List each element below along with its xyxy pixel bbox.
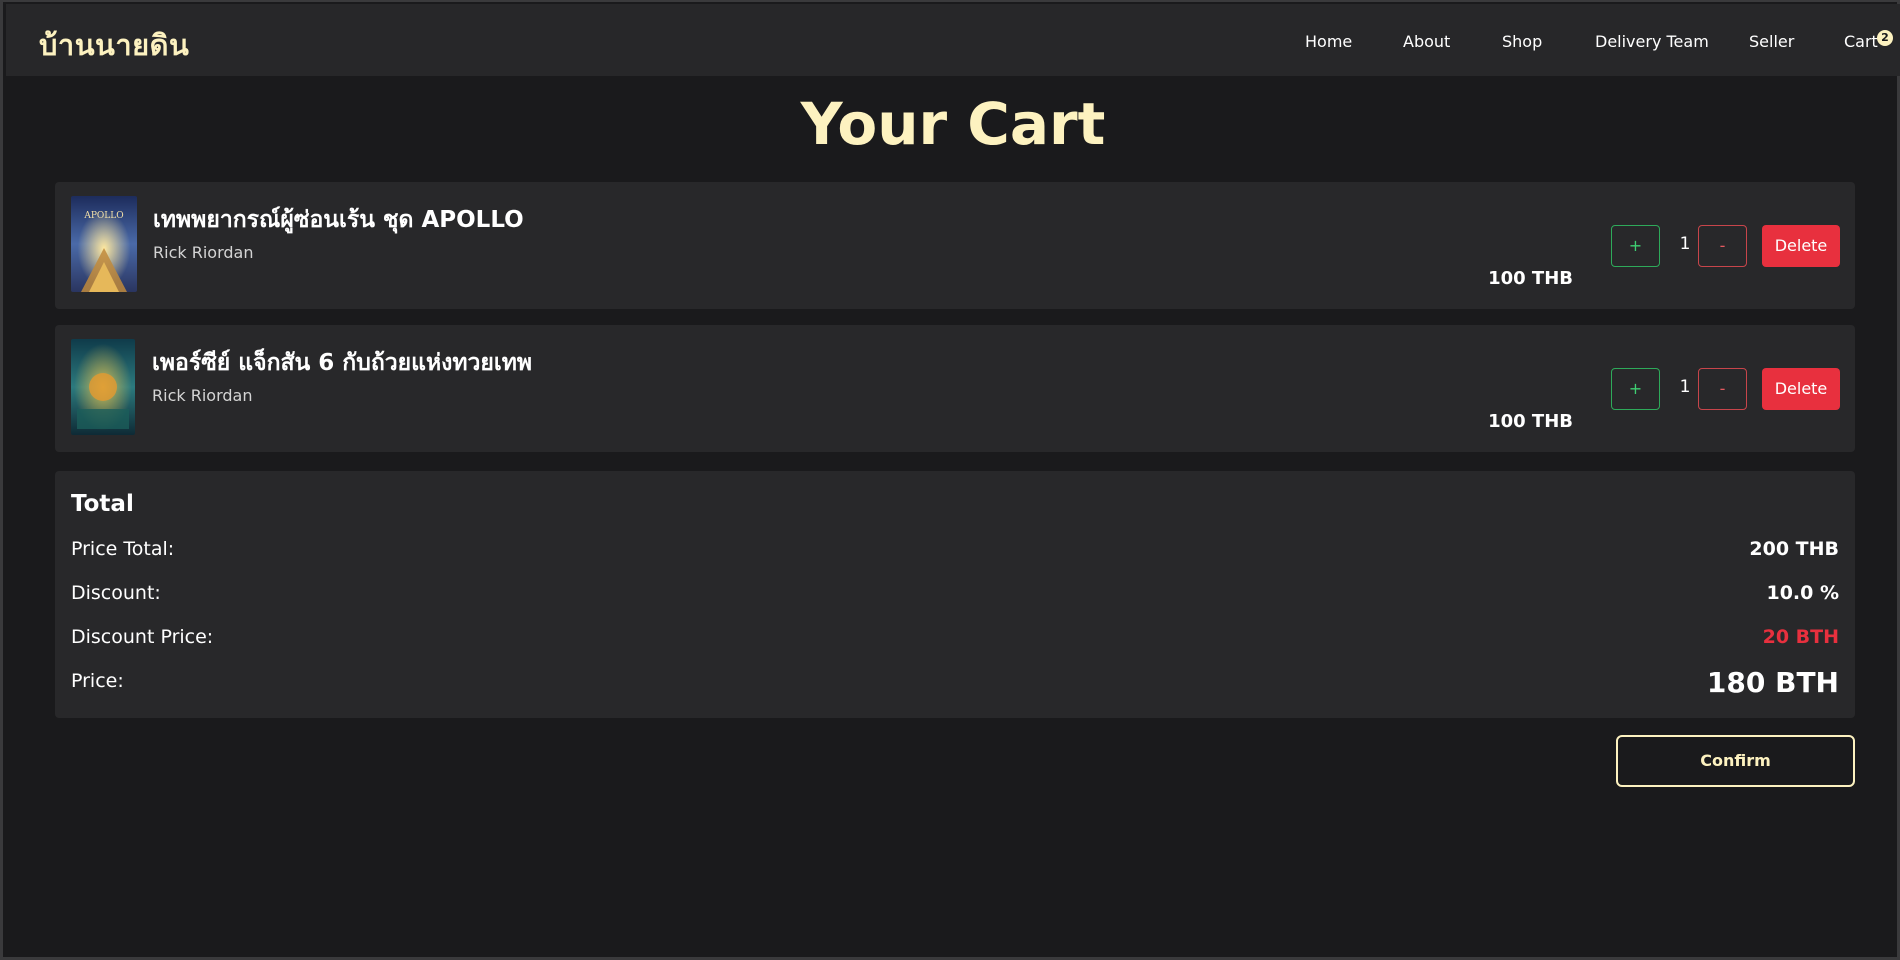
increase-quantity-button[interactable]: + xyxy=(1611,368,1660,410)
item-price: 100 THB xyxy=(1488,268,1573,289)
discount-label: Discount: xyxy=(71,582,161,604)
discount-price-value: 20 BTH xyxy=(1762,626,1839,648)
item-title[interactable]: เทพพยากรณ์ผู้ซ่อนเร้น ชุด APOLLO xyxy=(153,202,524,238)
nav-cart[interactable]: Cart xyxy=(1844,32,1878,51)
book-cover-image: APOLLO xyxy=(71,196,137,292)
decrease-quantity-button[interactable]: - xyxy=(1698,225,1747,267)
increase-quantity-button[interactable]: + xyxy=(1611,225,1660,267)
item-price: 100 THB xyxy=(1488,411,1573,432)
final-price-label: Price: xyxy=(71,670,124,692)
nav-shop[interactable]: Shop xyxy=(1502,32,1542,51)
item-title[interactable]: เพอร์ซีย์ แจ็กสัน 6 กับถ้วยแห่งทวยเทพ xyxy=(152,345,532,381)
order-summary: Total Price Total: 200 THB Discount: 10.… xyxy=(55,471,1855,718)
price-total-label: Price Total: xyxy=(71,538,175,560)
nav-delivery-team[interactable]: Delivery Team xyxy=(1595,32,1709,51)
cart-item: APOLLO เทพพยากรณ์ผู้ซ่อนเร้น ชุด APOLLO … xyxy=(55,182,1855,309)
nav-home[interactable]: Home xyxy=(1305,32,1352,51)
delete-item-button[interactable]: Delete xyxy=(1762,225,1840,267)
brand-logo[interactable]: บ้านนายดิน xyxy=(39,22,189,68)
book-cover-apollo-icon: APOLLO xyxy=(71,196,137,292)
discount-value: 10.0 % xyxy=(1766,582,1839,604)
delete-item-button[interactable]: Delete xyxy=(1762,368,1840,410)
cart-count-badge: 2 xyxy=(1877,30,1893,46)
app-window: บ้านนายดิน Home About Shop Delivery Team… xyxy=(0,0,1900,960)
confirm-button[interactable]: Confirm xyxy=(1616,735,1855,787)
svg-text:APOLLO: APOLLO xyxy=(83,211,123,221)
navbar: บ้านนายดิน Home About Shop Delivery Team… xyxy=(6,4,1900,76)
nav-about[interactable]: About xyxy=(1403,32,1450,51)
item-quantity: 1 xyxy=(1679,234,1691,254)
discount-price-label: Discount Price: xyxy=(71,626,214,648)
price-total-value: 200 THB xyxy=(1749,538,1839,560)
final-price-value: 180 BTH xyxy=(1706,666,1839,699)
nav-seller[interactable]: Seller xyxy=(1749,32,1794,51)
page-title: Your Cart xyxy=(800,90,1106,158)
cart-item: เพอร์ซีย์ แจ็กสัน 6 กับถ้วยแห่งทวยเทพ Ri… xyxy=(55,325,1855,452)
book-cover-percy-jackson-icon xyxy=(71,339,135,435)
book-cover-image xyxy=(71,339,135,435)
item-author: Rick Riordan xyxy=(153,243,254,262)
decrease-quantity-button[interactable]: - xyxy=(1698,368,1747,410)
item-author: Rick Riordan xyxy=(152,386,253,405)
summary-heading: Total xyxy=(71,491,134,517)
item-quantity: 1 xyxy=(1679,377,1691,397)
